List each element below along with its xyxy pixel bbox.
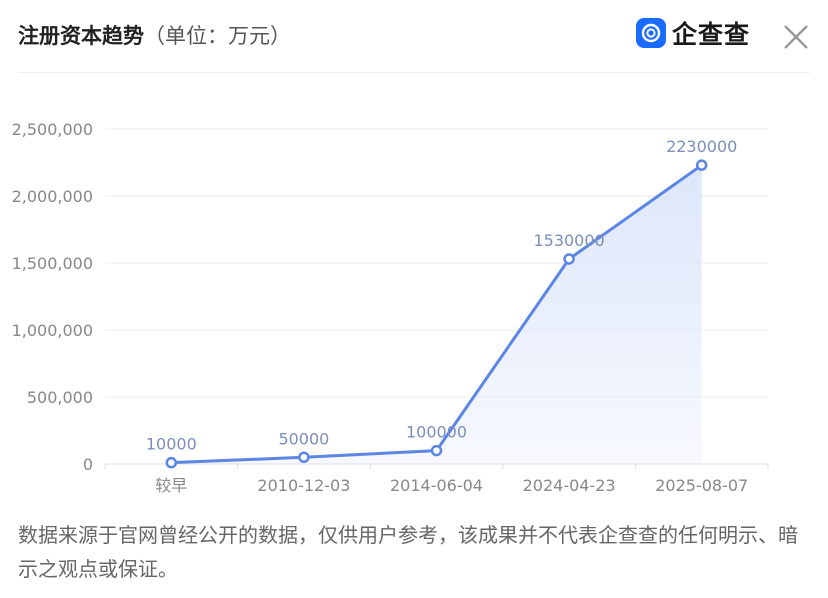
chart-header: 注册资本趋势（单位：万元） 企查查 [0, 0, 828, 72]
x-tick-label: 2024-04-23 [523, 476, 616, 495]
header-divider [18, 72, 810, 73]
y-tick-label: 0 [83, 455, 93, 474]
y-tick-label: 500,000 [27, 388, 93, 407]
data-label: 10000 [146, 435, 197, 454]
y-tick-label: 1,500,000 [12, 254, 93, 273]
title-text: 注册资本趋势 [18, 24, 144, 48]
unit-label: （单位：万元） [144, 24, 291, 48]
data-point [298, 451, 310, 464]
data-point [563, 253, 575, 265]
x-tick-label: 2014-06-04 [390, 476, 483, 495]
x-tick-label: 2010-12-03 [257, 476, 350, 495]
data-point [430, 444, 443, 457]
y-tick-label: 1,000,000 [12, 321, 93, 340]
x-tick-label: 2025-08-07 [655, 476, 748, 495]
data-label: 100000 [406, 423, 467, 442]
chart-title: 注册资本趋势（单位：万元） [18, 20, 291, 50]
qcc-logo-icon [636, 18, 666, 48]
chart-svg: 0 500,000 1,000,000 1,500,000 2,000,000 2,500… [12, 120, 769, 495]
disclaimer-text: 数据来源于官网曾经公开的数据，仅供用户参考，该成果并不代表企查查的任何明示、暗示… [18, 523, 798, 581]
data-label: 1530000 [533, 231, 604, 250]
x-tick-label: 较早 [155, 476, 187, 495]
close-icon [784, 25, 808, 49]
brand-name: 企查查 [672, 20, 751, 49]
registered-capital-chart: 0 500,000 1,000,000 1,500,000 2,000,000 2,500… [0, 100, 828, 510]
data-point [165, 456, 178, 469]
y-tick-label: 2,500,000 [12, 120, 93, 139]
data-label: 50000 [278, 429, 329, 448]
data-point [695, 159, 708, 171]
data-label: 2230000 [666, 137, 737, 156]
close-button[interactable] [781, 22, 811, 52]
y-tick-label: 2,000,000 [12, 187, 93, 206]
brand-logo: 企查查 [636, 16, 750, 50]
series-area [171, 165, 702, 464]
